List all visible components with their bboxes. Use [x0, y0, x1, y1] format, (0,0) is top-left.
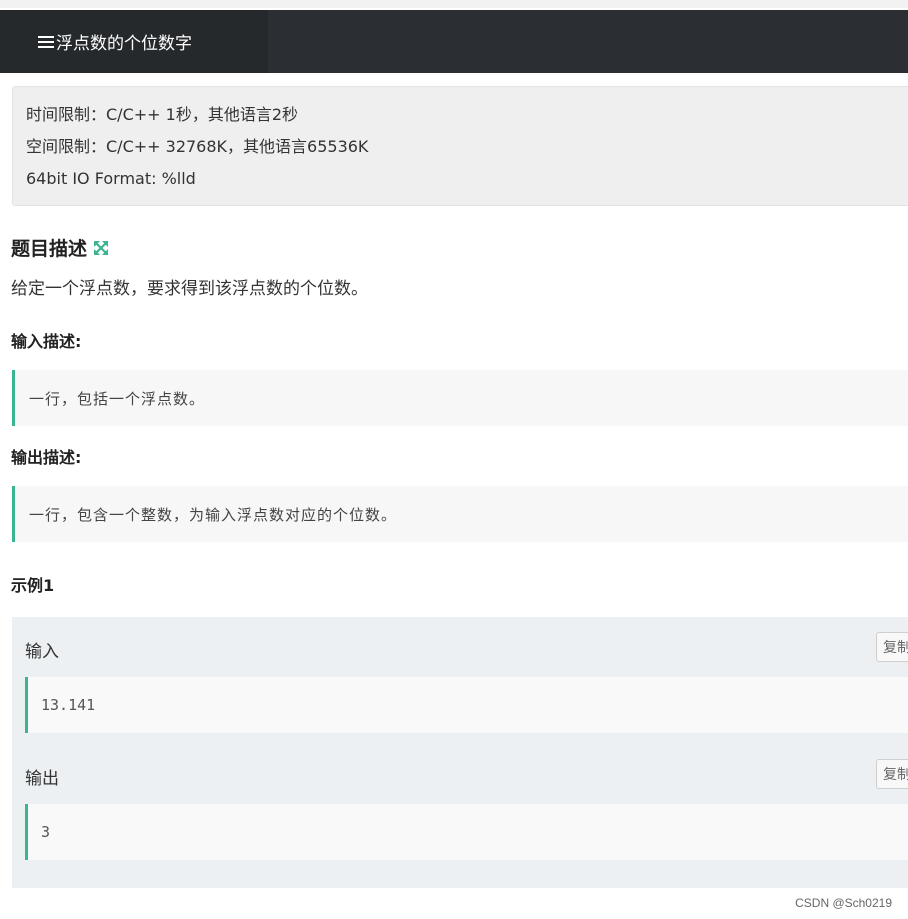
example-output-value: 3: [25, 804, 908, 860]
description-heading: 题目描述: [11, 234, 109, 261]
limits-panel: 时间限制：C/C++ 1秒，其他语言2秒 空间限制：C/C++ 32768K，其…: [12, 86, 908, 206]
problem-tab-title: 浮点数的个位数字: [56, 34, 192, 54]
expand-icon[interactable]: [93, 240, 109, 256]
description-text: 给定一个浮点数，要求得到该浮点数的个位数。: [11, 279, 368, 299]
problem-tab[interactable]: 浮点数的个位数字: [0, 10, 268, 73]
example-heading: 示例1: [11, 576, 55, 595]
copy-input-button[interactable]: 复制: [876, 632, 908, 662]
example-input-value: 13.141: [25, 677, 908, 733]
csdn-watermark: CSDN @Sch0219: [795, 896, 892, 910]
example-panel: 输入 复制 13.141 输出 复制 3: [12, 617, 908, 888]
space-limit: 空间限制：C/C++ 32768K，其他语言65536K: [26, 137, 369, 156]
list-icon: [38, 35, 54, 48]
top-strip: [0, 0, 908, 8]
header-bar: 浮点数的个位数字: [0, 10, 908, 73]
output-description: 一行，包含一个整数，为输入浮点数对应的个位数。: [12, 486, 908, 542]
output-heading: 输出描述:: [11, 448, 82, 467]
example-input-label: 输入: [25, 642, 59, 662]
input-description: 一行，包括一个浮点数。: [12, 370, 908, 426]
description-title: 题目描述: [11, 238, 88, 260]
input-heading: 输入描述:: [11, 332, 82, 351]
io-format: 64bit IO Format: %lld: [26, 169, 196, 188]
example-output-label: 输出: [25, 769, 59, 789]
time-limit: 时间限制：C/C++ 1秒，其他语言2秒: [26, 105, 298, 124]
copy-output-button[interactable]: 复制: [876, 759, 908, 789]
